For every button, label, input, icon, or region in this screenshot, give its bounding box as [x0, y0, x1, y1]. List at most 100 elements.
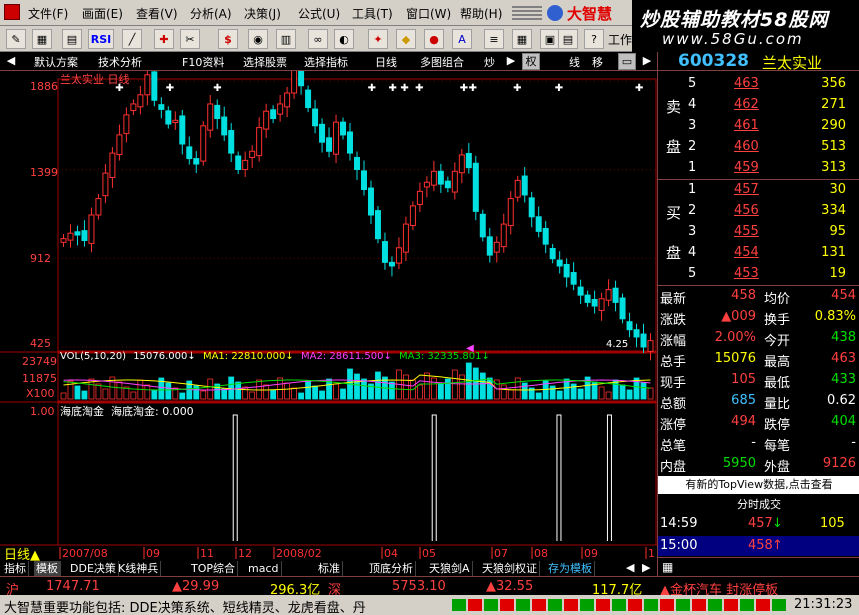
tick-time: 14:59: [660, 516, 698, 531]
tab-daily[interactable]: 日线: [375, 54, 397, 70]
price-tick-2: 1399: [30, 166, 58, 179]
list-icon[interactable]: ≡: [484, 29, 504, 49]
btab-save-template[interactable]: 存为模板: [546, 561, 595, 576]
ruler-icon[interactable]: ✂: [180, 29, 200, 49]
tab-select-indicator[interactable]: 选择指标: [304, 54, 348, 70]
level-price[interactable]: 454: [734, 245, 759, 260]
kline-chart[interactable]: ✚ ✚ ✚ ✚ ✚ ✚ ✚ ✚ ✚ ✚ ✚ ✚ ◀ 2007/08 09 11 12 2008/02 04 05 07…: [0, 71, 657, 563]
chart-icon[interactable]: ▦: [32, 29, 52, 49]
window-icon[interactable]: ▣: [540, 29, 560, 49]
menu-view[interactable]: 查看(V): [136, 5, 178, 22]
rsi-button[interactable]: RSI: [88, 29, 114, 49]
menu-formula[interactable]: 公式(U): [298, 5, 340, 22]
signal-icon[interactable]: ◉: [248, 29, 268, 49]
volume-bar: [549, 385, 556, 400]
stat-value: 458: [731, 288, 756, 303]
level-price[interactable]: 460: [734, 139, 759, 154]
stat-label: 今开: [764, 334, 791, 349]
pin-icon[interactable]: ✦: [368, 29, 388, 49]
scroll-right-icon[interactable]: ▶: [638, 53, 656, 70]
btab-tianlang-a[interactable]: 天狼剑A: [427, 561, 473, 576]
chart-canvas[interactable]: ✚ ✚ ✚ ✚ ✚ ✚ ✚ ✚ ✚ ✚ ✚ ✚◀ 2007/08 09 11 12 2008/02 04 05 07…: [0, 71, 657, 561]
menu-tools[interactable]: 工具(T): [352, 5, 393, 22]
topview-notice[interactable]: 有新的TopView数据,点击查看: [658, 476, 859, 494]
line-button[interactable]: 线: [569, 54, 580, 70]
table-icon[interactable]: ▦: [512, 29, 532, 49]
pencil-icon[interactable]: ✎: [6, 29, 26, 49]
gauge-icon[interactable]: ◐: [334, 29, 354, 49]
help-icon[interactable]: ?: [584, 29, 604, 49]
level-number: 2: [688, 203, 697, 218]
candle-body: [158, 104, 165, 110]
stat-label: 最低: [764, 376, 791, 391]
candle-body: [60, 238, 67, 243]
indicator-spike: [232, 414, 238, 541]
stack-icon[interactable]: ▤: [558, 29, 578, 49]
work-label[interactable]: 工作: [608, 31, 632, 48]
btab-standard[interactable]: 标准: [316, 561, 343, 576]
bars-icon[interactable]: ▥: [276, 29, 296, 49]
app-icon[interactable]: [4, 4, 20, 20]
signal-marker: ✚: [513, 83, 521, 94]
tab-select-stock[interactable]: 选择股票: [243, 54, 287, 70]
btab-top-bottom[interactable]: 顶底分析: [367, 561, 416, 576]
grid-icon[interactable]: ▤: [62, 29, 82, 49]
btab-kline[interactable]: K线神兵: [116, 561, 162, 576]
plus-icon[interactable]: ✚: [154, 29, 174, 49]
candle-body: [563, 264, 570, 278]
btab-dde[interactable]: DDE决策: [68, 561, 119, 576]
candle-body: [319, 123, 326, 143]
tab-f10[interactable]: F10资料: [182, 54, 224, 70]
menu-decision[interactable]: 决策(J): [244, 5, 281, 22]
tab-more[interactable]: 炒: [484, 54, 495, 70]
btab-tianlang-warrant[interactable]: 天狼剑权证: [480, 561, 540, 576]
move-button[interactable]: 移: [592, 54, 603, 70]
stat-label: 最新: [660, 292, 687, 307]
tab-prev-icon[interactable]: ◀: [626, 561, 634, 574]
level-volume: 30: [829, 182, 846, 197]
level-price[interactable]: 455: [734, 224, 759, 239]
btab-top[interactable]: TOP综合: [189, 561, 239, 576]
ask-row: 1 459 313: [658, 158, 859, 179]
menu-file[interactable]: 文件(F): [28, 5, 68, 22]
tag-icon[interactable]: ●: [424, 29, 444, 49]
a-icon[interactable]: A: [452, 29, 472, 49]
level-price[interactable]: 453: [734, 266, 759, 281]
btab-indicator[interactable]: 指标: [2, 561, 29, 576]
tab-scroll-right[interactable]: ▶: [502, 53, 520, 70]
stat-label: 内盘: [660, 460, 687, 475]
menu-screen[interactable]: 画面(E): [82, 5, 123, 22]
volume-bar: [312, 385, 318, 400]
menu-help[interactable]: 帮助(H): [460, 5, 502, 22]
binoculars-icon[interactable]: ∞: [308, 29, 328, 49]
dollar-icon[interactable]: $: [218, 29, 238, 49]
panel-tab-icon[interactable]: ▦: [662, 560, 673, 574]
btab-macd[interactable]: macd: [246, 561, 282, 576]
vol-ma3: MA3: 32335.801: [399, 351, 482, 362]
level-price[interactable]: 462: [734, 97, 759, 112]
tab-next-icon[interactable]: ▶: [642, 561, 650, 574]
tick-arrow: ↓: [772, 516, 783, 531]
level-price[interactable]: 459: [734, 160, 759, 175]
x-axis-label: 04: [384, 547, 398, 560]
menu-analysis[interactable]: 分析(A): [190, 5, 232, 22]
tab-scroll-left[interactable]: ◀: [2, 53, 20, 70]
volume-bar: [605, 391, 612, 400]
diamond-icon[interactable]: ◆: [396, 29, 416, 49]
rights-button[interactable]: 权: [522, 53, 540, 70]
candle-body: [74, 231, 81, 236]
candle-body: [500, 223, 507, 248]
level-price[interactable]: 457: [734, 182, 759, 197]
tab-default-scheme[interactable]: 默认方案: [34, 54, 78, 70]
btab-template[interactable]: 模板: [34, 561, 61, 576]
tab-multi-chart[interactable]: 多图组合: [420, 54, 464, 70]
menu-window[interactable]: 窗口(W): [406, 5, 451, 22]
level-price[interactable]: 463: [734, 76, 759, 91]
chart-title: 兰太实业 日线: [60, 73, 130, 86]
level-price[interactable]: 461: [734, 118, 759, 133]
level-price[interactable]: 456: [734, 203, 759, 218]
tab-tech-analysis[interactable]: 技术分析: [98, 54, 142, 70]
line-icon[interactable]: ╱: [122, 29, 142, 49]
minimize-icon[interactable]: ▭: [618, 53, 636, 70]
ask-row: 2 460 513: [658, 137, 859, 158]
